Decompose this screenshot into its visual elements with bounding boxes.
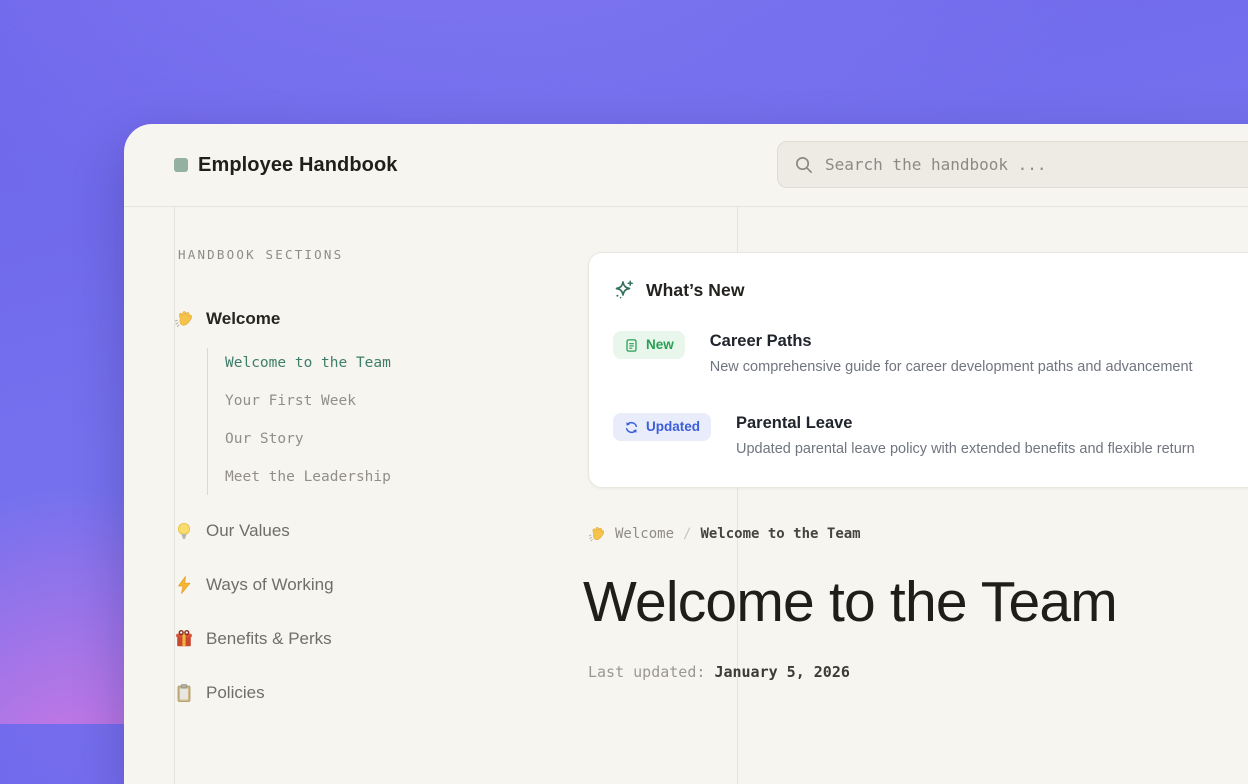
light-bulb-icon <box>174 521 194 541</box>
sidebar-sublist-welcome: Welcome to the Team Your First Week Our … <box>207 348 391 495</box>
whats-new-header: What’s New <box>613 279 1248 301</box>
news-item-title: Parental Leave <box>736 413 1195 433</box>
sidebar-item-label: Benefits & Perks <box>206 629 332 649</box>
sidebar-heading: HANDBOOK SECTIONS <box>178 247 343 262</box>
sidebar-item-policies[interactable]: Policies <box>174 683 265 703</box>
refresh-icon <box>624 420 639 435</box>
gift-icon <box>174 629 194 649</box>
window-body: HANDBOOK SECTIONS Welcome Welcome to the… <box>124 207 1248 764</box>
whats-new-items: New Career Paths New comprehensive guide… <box>613 331 1248 459</box>
sidebar-subitem-welcome-to-the-team[interactable]: Welcome to the Team <box>225 356 391 371</box>
waving-hand-icon <box>174 309 194 329</box>
page-title: Welcome to the Team <box>583 569 1117 635</box>
news-item-description: New comprehensive guide for career devel… <box>710 357 1193 377</box>
news-item-description: Updated parental leave policy with exten… <box>736 439 1195 459</box>
lightning-bolt-icon <box>174 575 194 595</box>
sidebar-item-benefits-perks[interactable]: Benefits & Perks <box>174 629 332 649</box>
document-icon <box>624 338 639 353</box>
breadcrumb-separator: / <box>683 526 691 542</box>
last-updated-value: January 5, 2026 <box>714 663 849 681</box>
news-content: Career Paths New comprehensive guide for… <box>710 331 1193 377</box>
search-input[interactable] <box>825 155 1248 174</box>
last-updated-label: Last updated: <box>588 663 705 681</box>
sidebar-item-our-values[interactable]: Our Values <box>174 521 290 541</box>
updated-badge: Updated <box>613 413 711 441</box>
sparkles-icon <box>613 279 635 301</box>
sidebar-subitem-your-first-week[interactable]: Your First Week <box>225 394 391 409</box>
sidebar-item-ways-of-working[interactable]: Ways of Working <box>174 575 334 595</box>
sidebar-item-label: Ways of Working <box>206 575 334 595</box>
whats-new-title: What’s New <box>646 280 745 301</box>
sidebar-item-label: Policies <box>206 683 265 703</box>
news-content: Parental Leave Updated parental leave po… <box>736 413 1195 459</box>
sidebar-item-label: Welcome <box>206 309 280 329</box>
whats-new-card: What’s New New <box>588 252 1248 488</box>
app-header: Employee Handbook <box>124 124 1248 207</box>
clipboard-icon <box>174 683 194 703</box>
badge-label: Updated <box>646 418 700 436</box>
news-row-parental-leave[interactable]: Updated Parental Leave Updated parental … <box>613 413 1248 459</box>
brand: Employee Handbook <box>124 154 398 177</box>
search-icon <box>794 155 813 174</box>
sidebar-subitem-meet-the-leadership[interactable]: Meet the Leadership <box>225 470 391 485</box>
badge-label: New <box>646 336 674 354</box>
news-item-title: Career Paths <box>710 331 1193 351</box>
sidebar: HANDBOOK SECTIONS Welcome Welcome to the… <box>124 207 564 764</box>
news-row-career-paths[interactable]: New Career Paths New comprehensive guide… <box>613 331 1248 377</box>
new-badge: New <box>613 331 685 359</box>
breadcrumb-section[interactable]: Welcome <box>615 526 674 542</box>
sidebar-item-label: Our Values <box>206 521 290 541</box>
app-logo-icon <box>174 158 188 172</box>
breadcrumb: Welcome / Welcome to the Team <box>588 525 861 543</box>
sidebar-subitem-our-story[interactable]: Our Story <box>225 432 391 447</box>
app-title: Employee Handbook <box>198 154 398 177</box>
waving-hand-icon <box>588 525 606 543</box>
breadcrumb-current: Welcome to the Team <box>700 526 860 542</box>
search-bar[interactable] <box>777 141 1248 188</box>
last-updated: Last updated: January 5, 2026 <box>588 663 850 681</box>
app-window: Employee Handbook HANDBOOK SECTIONS <box>124 124 1248 784</box>
sidebar-item-welcome[interactable]: Welcome <box>174 309 280 329</box>
